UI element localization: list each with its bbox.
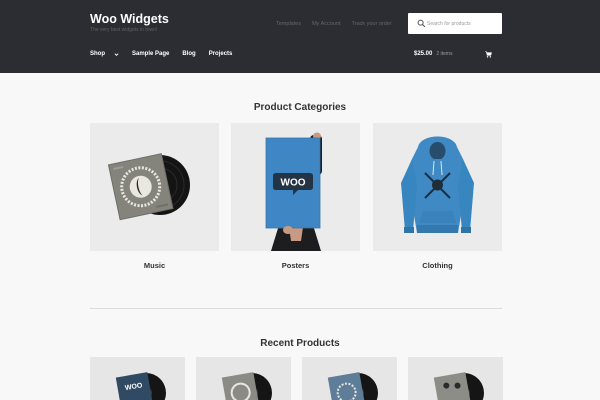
category-clothing-image[interactable]	[373, 123, 502, 251]
nav-blog[interactable]: Blog	[182, 51, 195, 57]
site-tagline: The very best widgets in town!	[90, 27, 158, 33]
nav-shop[interactable]: Shop	[90, 51, 119, 57]
product-card-album[interactable]	[302, 357, 397, 400]
product-categories-title: Product Categories	[253, 102, 347, 113]
category-posters-label[interactable]: Posters	[231, 261, 360, 270]
secondary-nav-templates[interactable]: Templates	[276, 21, 301, 27]
chevron-down-icon	[114, 52, 119, 56]
woo-album-image: WOO	[90, 357, 185, 400]
blue-hoodie-image	[373, 123, 502, 251]
search-icon	[417, 19, 426, 28]
album-image	[408, 357, 503, 400]
product-card-woo-album[interactable]: WOO	[90, 357, 185, 400]
section-divider	[90, 308, 502, 309]
category-posters-image[interactable]: WOO	[231, 123, 360, 251]
search-input[interactable]	[427, 16, 499, 31]
primary-nav: Shop Sample Page Blog Projects	[90, 51, 245, 57]
woo-poster-image: WOO	[231, 123, 360, 251]
site-title[interactable]: Woo Widgets	[90, 12, 169, 26]
category-music-image[interactable]	[90, 123, 219, 251]
cart-icon[interactable]	[485, 51, 492, 58]
category-music-label[interactable]: Music	[90, 261, 219, 270]
nav-sample-page[interactable]: Sample Page	[132, 51, 169, 57]
secondary-nav-my-account[interactable]: My Account	[312, 21, 340, 27]
category-clothing-label[interactable]: Clothing	[373, 261, 502, 270]
cart-amount: $25.00	[414, 51, 433, 57]
product-card-album[interactable]	[408, 357, 503, 400]
nav-projects[interactable]: Projects	[209, 51, 233, 57]
search-box[interactable]	[408, 13, 502, 34]
cart-items-count: 2 items	[436, 51, 453, 57]
nav-shop-label: Shop	[90, 51, 105, 57]
product-card-album[interactable]	[196, 357, 291, 400]
cart-summary[interactable]: $25.00 2 items	[414, 51, 452, 57]
secondary-nav: Templates My Account Track your order	[276, 21, 392, 27]
svg-text:WOO: WOO	[281, 178, 306, 189]
secondary-nav-track-order[interactable]: Track your order	[352, 21, 392, 27]
site-header: Woo Widgets The very best widgets in tow…	[0, 0, 600, 73]
vinyl-record-image	[90, 123, 219, 251]
recent-products-title: Recent Products	[260, 338, 340, 349]
album-image	[302, 357, 397, 400]
album-image	[196, 357, 291, 400]
